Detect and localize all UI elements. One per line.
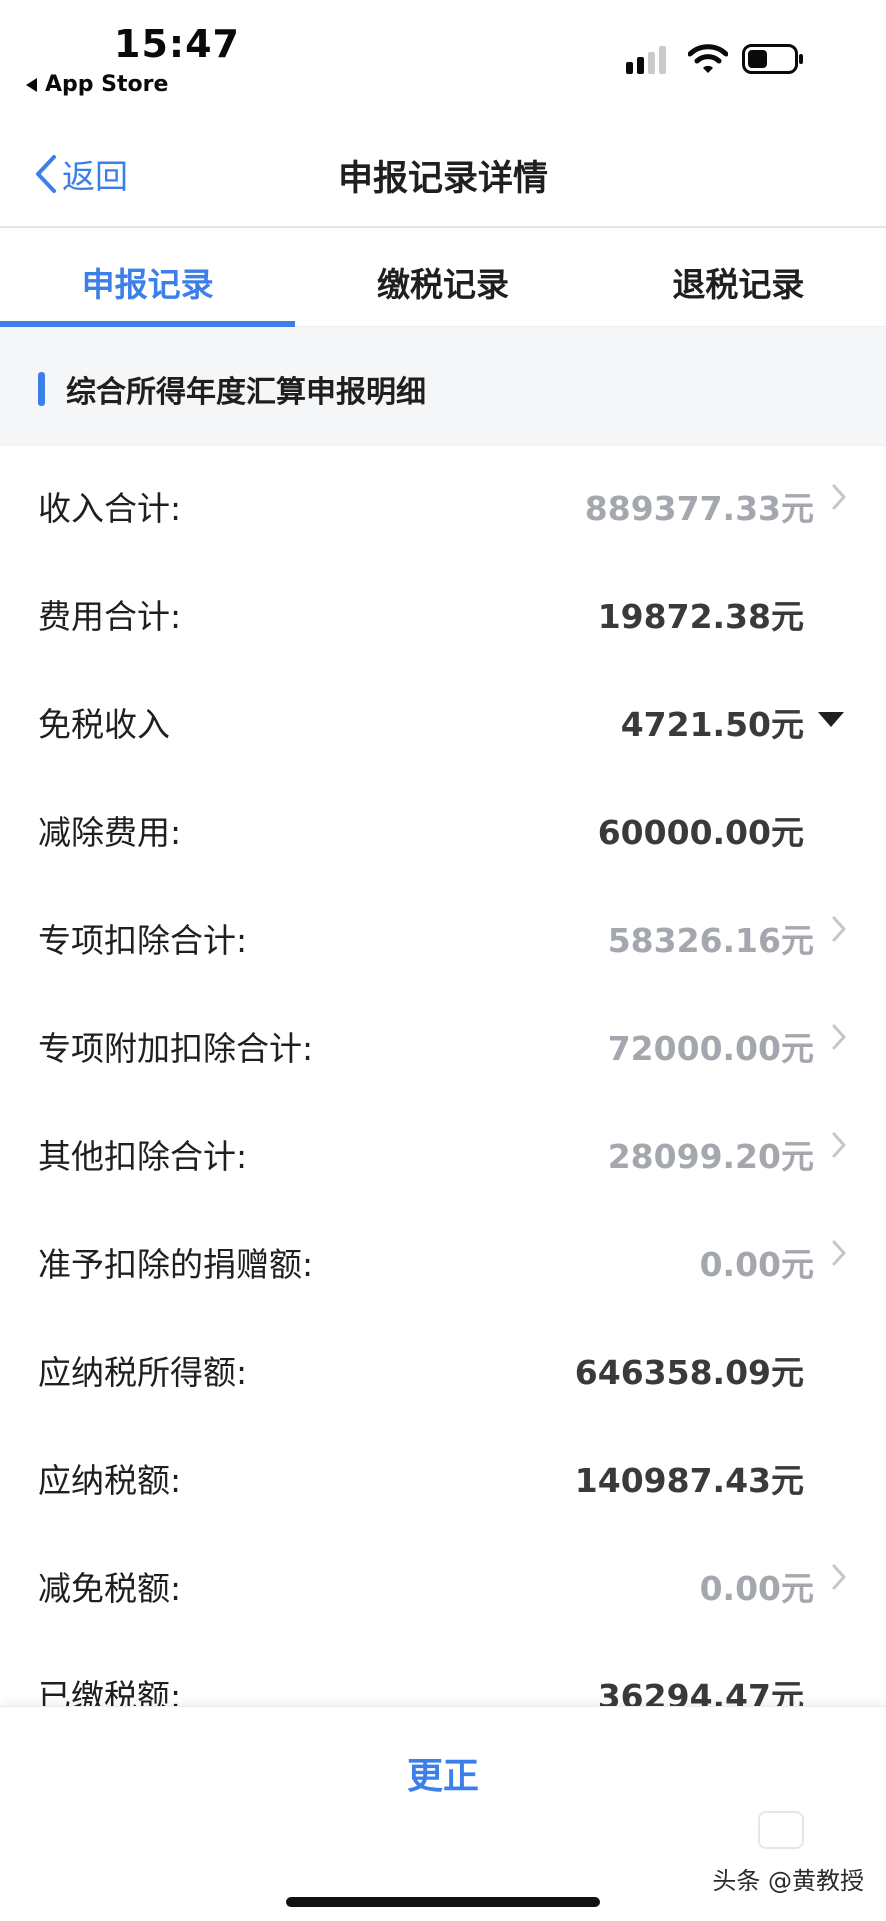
tab-declaration-records[interactable]: 申报记录 bbox=[0, 228, 296, 327]
row-tax-exempt-income[interactable]: 免税收入 4721.50元 bbox=[0, 662, 886, 770]
row-value: 28099.20元 bbox=[607, 1137, 814, 1176]
back-label: 返回 bbox=[62, 157, 128, 196]
row-tax-payable: 应纳税额: 140987.43元 bbox=[0, 1418, 886, 1526]
tab-bar: 申报记录 缴税记录 退税记录 bbox=[0, 228, 886, 327]
status-back-label: App Store bbox=[45, 72, 169, 97]
chevron-right-icon bbox=[832, 916, 846, 942]
caret-down-icon[interactable] bbox=[818, 712, 844, 727]
row-label: 专项附加扣除合计: bbox=[38, 1029, 314, 1068]
row-value: 889377.33元 bbox=[584, 489, 814, 528]
signal-icon bbox=[626, 44, 674, 74]
bottom-action-bar: 更正 头条 @黄教授 bbox=[0, 1706, 886, 1921]
chevron-left-icon bbox=[36, 155, 56, 193]
row-value: 58326.16元 bbox=[607, 921, 814, 960]
section-accent-bar bbox=[38, 372, 45, 406]
row-value: 140987.43元 bbox=[574, 1461, 804, 1500]
battery-icon bbox=[742, 44, 803, 74]
row-value: 646358.09元 bbox=[574, 1353, 804, 1392]
page-title: 申报记录详情 bbox=[337, 159, 548, 199]
row-allowable-donations[interactable]: 准予扣除的捐赠额: 0.00元 bbox=[0, 1202, 886, 1310]
row-value: 0.00元 bbox=[699, 1245, 814, 1284]
row-total-income[interactable]: 收入合计: 889377.33元 bbox=[0, 446, 886, 554]
chevron-right-icon bbox=[832, 1564, 846, 1590]
home-indicator[interactable] bbox=[286, 1897, 600, 1907]
row-tax-relief[interactable]: 减免税额: 0.00元 bbox=[0, 1526, 886, 1634]
row-value: 4721.50元 bbox=[620, 705, 804, 744]
chevron-right-icon bbox=[832, 1132, 846, 1158]
row-deducted-expenses: 减除费用: 60000.00元 bbox=[0, 770, 886, 878]
section-header: 综合所得年度汇算申报明细 bbox=[0, 327, 886, 446]
row-label: 收入合计: bbox=[38, 489, 182, 528]
row-total-expenses: 费用合计: 19872.38元 bbox=[0, 554, 886, 662]
row-special-deductions[interactable]: 专项扣除合计: 58326.16元 bbox=[0, 878, 886, 986]
chevron-right-icon bbox=[832, 1024, 846, 1050]
chevron-right-icon bbox=[832, 1240, 846, 1266]
row-value: 72000.00元 bbox=[607, 1029, 814, 1068]
row-label: 免税收入 bbox=[38, 705, 170, 744]
row-value: 60000.00元 bbox=[597, 813, 804, 852]
watermark: 头条 @黄教授 bbox=[712, 1867, 864, 1895]
detail-list: 收入合计: 889377.33元 费用合计: 19872.38元 免税收入 47… bbox=[0, 446, 886, 1742]
faint-watermark-badge bbox=[758, 1811, 804, 1849]
row-label: 应纳税额: bbox=[38, 1461, 182, 1500]
back-button[interactable]: 返回 bbox=[34, 150, 128, 198]
row-label: 其他扣除合计: bbox=[38, 1137, 248, 1176]
row-value: 19872.38元 bbox=[597, 597, 804, 636]
section-title: 综合所得年度汇算申报明细 bbox=[66, 375, 426, 410]
row-label: 减免税额: bbox=[38, 1569, 182, 1608]
row-taxable-income: 应纳税所得额: 646358.09元 bbox=[0, 1310, 886, 1418]
status-time: 15:47 bbox=[114, 22, 240, 66]
wifi-icon bbox=[688, 44, 728, 73]
row-value: 0.00元 bbox=[699, 1569, 814, 1608]
row-special-additional-deductions[interactable]: 专项附加扣除合计: 72000.00元 bbox=[0, 986, 886, 1094]
back-triangle-icon bbox=[26, 77, 37, 92]
chevron-right-icon bbox=[832, 484, 846, 510]
row-label: 应纳税所得额: bbox=[38, 1353, 248, 1392]
row-other-deductions[interactable]: 其他扣除合计: 28099.20元 bbox=[0, 1094, 886, 1202]
status-back-to-app[interactable]: App Store bbox=[26, 72, 168, 97]
row-label: 专项扣除合计: bbox=[38, 921, 248, 960]
nav-bar: 返回 申报记录详情 bbox=[0, 120, 886, 228]
tab-tax-refund-records[interactable]: 退税记录 bbox=[591, 228, 886, 326]
row-label: 费用合计: bbox=[38, 597, 182, 636]
tab-tax-payment-records[interactable]: 缴税记录 bbox=[295, 228, 590, 326]
correct-button[interactable]: 更正 bbox=[0, 1747, 886, 1799]
status-bar: 15:47 App Store bbox=[0, 0, 886, 100]
row-label: 减除费用: bbox=[38, 813, 182, 852]
row-label: 准予扣除的捐赠额: bbox=[38, 1245, 314, 1284]
